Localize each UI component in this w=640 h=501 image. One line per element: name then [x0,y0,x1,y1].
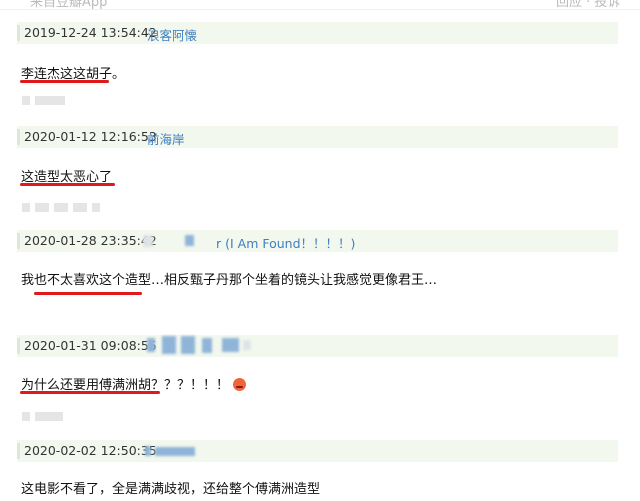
comment-username[interactable]: 浪客阿懐 [147,25,197,44]
meta-marker [17,233,20,249]
comment-timestamp: 2020-01-28 23:35:42 [24,233,157,248]
red-underline [20,183,115,186]
blurred-username [222,338,239,352]
comment-timestamp: 2020-01-31 09:08:55 [24,338,157,353]
divider [0,9,640,10]
comment-meta: 2020-02-02 12:50:35 [17,440,618,462]
blurred-username [143,235,153,247]
meta-marker [17,129,20,145]
comment-timestamp: 2019-12-24 13:54:42 [24,25,157,40]
red-underline [20,391,160,394]
blurred-username [162,336,176,354]
top-bar: 来自豆瓣App 回应 · 投诉 [0,0,640,10]
red-underline [34,292,142,295]
blurred-username [155,447,195,456]
comment-username[interactable]: r (I Am Found！！！！) [216,233,355,252]
comment-actions[interactable] [22,96,70,106]
blurred-username [181,336,195,354]
comment-meta: 2019-12-24 13:54:42 浪客阿懐 [17,22,618,44]
blurred-username [243,340,251,350]
meta-marker [17,338,20,354]
comment-meta: 2020-01-31 09:08:55 [17,335,618,357]
blurred-username [202,338,212,353]
blurred-username [185,235,194,246]
comment-text: 我也不太喜欢这个造型…相反甄子丹那个坐着的镜头让我感觉更像君王… [21,273,438,288]
angry-face-icon [233,378,247,391]
comment-username[interactable]: 前海岸 [147,129,185,148]
comment-meta: 2020-01-12 12:16:53 前海岸 [17,126,618,148]
red-underline [20,80,109,83]
blurred-username [147,338,155,352]
comment-text: 这电影不看了，全是满满歧视，还给整个傅满洲造型 [21,482,321,497]
comment-meta: 2020-01-28 23:35:42 r (I Am Found！！！！) [17,230,618,252]
comment-actions[interactable] [22,203,105,213]
comment-timestamp: 2020-01-12 12:16:53 [24,129,157,144]
comment-actions[interactable] [22,412,68,422]
blurred-username [145,446,151,456]
meta-marker [17,25,20,41]
meta-marker [17,443,20,459]
comment-timestamp: 2020-02-02 12:50:35 [24,443,157,458]
